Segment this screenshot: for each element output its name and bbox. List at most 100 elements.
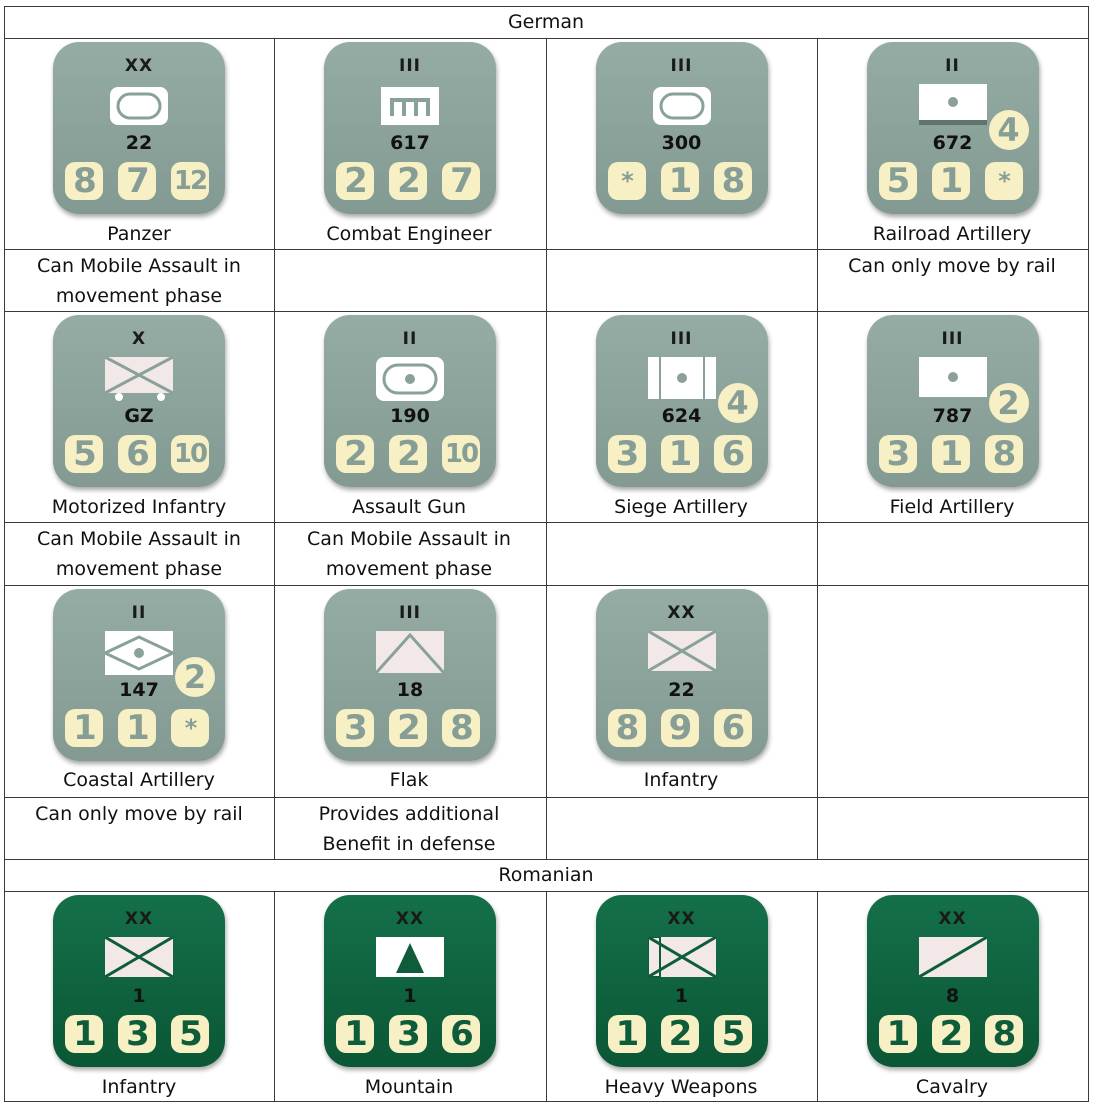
unit-counter: XX 8 1 2 8	[866, 895, 1039, 1067]
column-divider	[817, 38, 818, 859]
attack-factor: 2	[336, 162, 374, 200]
unit-type-label: Flak	[389, 769, 429, 791]
infantry-symbol-icon	[105, 937, 173, 979]
unit-size: III	[670, 329, 693, 349]
cavalry-symbol-icon	[918, 937, 987, 979]
movement-factor: 6	[442, 1015, 480, 1053]
unit-note: movement phase	[55, 558, 223, 580]
column-divider	[546, 891, 547, 1101]
movement-factor: 8	[984, 1015, 1023, 1053]
unit-id: 8	[945, 985, 960, 1007]
unit-id: 1	[674, 985, 689, 1007]
field-artillery-symbol-icon	[918, 357, 987, 397]
attack-factor: 1	[65, 1015, 103, 1053]
unit-size: X	[131, 329, 147, 349]
section-header-romanian: Romanian	[498, 864, 594, 886]
defense-factor: 2	[389, 435, 427, 473]
movement-factor: 8	[713, 162, 752, 200]
unit-type-label: Motorized Infantry	[51, 496, 227, 518]
range-badge: 4	[717, 383, 758, 423]
unit-size: XX	[395, 909, 425, 929]
unit-id: 1	[132, 985, 146, 1007]
unit-id: GZ	[124, 405, 154, 427]
unit-counter: XX 22 8 7 12	[53, 42, 225, 214]
movement-factor: 7	[442, 162, 480, 200]
unit-id: 617	[390, 132, 430, 154]
unit-counter: XX 1 1 3 5	[53, 895, 225, 1067]
unit-type-label: Infantry	[101, 1076, 177, 1098]
defense-factor: 2	[931, 1015, 970, 1053]
movement-factor: *	[171, 709, 209, 747]
unit-type-label: Mountain	[364, 1076, 454, 1098]
unit-id: 300	[661, 132, 702, 154]
range-badge: 2	[988, 383, 1029, 423]
unit-note: Benefit in defense	[322, 833, 496, 855]
attack-factor: 1	[336, 1015, 374, 1053]
unit-reference-table: German Romanian XX 22 8 7 12 Panzer Can Mobile…	[0, 0, 1094, 1108]
unit-id: 22	[668, 679, 695, 701]
attack-factor: 3	[336, 709, 374, 747]
unit-counter: II 672 5 1 * 4	[866, 42, 1039, 214]
panzer-symbol-icon	[652, 87, 711, 125]
unit-type-label: Field Artillery	[889, 496, 1015, 518]
unit-size: III	[941, 329, 964, 349]
railroad-artillery-symbol-icon	[918, 84, 987, 125]
unit-counter: X GZ 5 6 10	[53, 315, 225, 487]
unit-size: XX	[667, 909, 696, 929]
heavy-weapons-symbol-icon	[647, 937, 716, 979]
movement-factor: 8	[984, 435, 1023, 473]
defense-factor: 7	[118, 162, 156, 200]
unit-counter: III 300 * 1 8	[595, 42, 768, 214]
coastal-artillery-symbol-icon	[105, 631, 173, 675]
engineer-symbol-icon	[381, 87, 439, 125]
unit-note: Can only move by rail	[848, 255, 1056, 277]
unit-size: XX	[938, 909, 967, 929]
flak-symbol-icon	[376, 631, 444, 675]
unit-type-label: Panzer	[107, 223, 171, 245]
unit-counter: III 787 3 1 8 2	[866, 315, 1039, 487]
attack-factor: *	[607, 162, 646, 200]
defense-factor: 2	[389, 709, 427, 747]
column-divider	[817, 891, 818, 1101]
unit-size: III	[670, 56, 693, 76]
unit-type-label: Heavy Weapons	[604, 1076, 758, 1098]
unit-note: movement phase	[325, 558, 493, 580]
unit-size: XX	[124, 56, 154, 76]
unit-size: II	[402, 329, 418, 349]
defense-factor: 1	[660, 435, 699, 473]
unit-id: 190	[390, 405, 430, 427]
unit-note: Can Mobile Assault in	[307, 528, 511, 550]
unit-id: 18	[396, 679, 424, 701]
unit-note: Provides additional	[318, 803, 500, 825]
movement-factor: 8	[442, 709, 480, 747]
movement-factor: 10	[171, 435, 209, 473]
unit-size: III	[399, 56, 421, 76]
defense-factor: 6	[118, 435, 156, 473]
attack-factor: 5	[878, 162, 917, 200]
defense-factor: 1	[931, 435, 970, 473]
column-divider	[274, 38, 275, 859]
attack-factor: 8	[65, 162, 103, 200]
range-badge: 2	[175, 657, 215, 697]
movement-factor: 6	[713, 435, 752, 473]
unit-counter: II 147 1 1 * 2	[53, 589, 225, 761]
column-divider	[274, 891, 275, 1101]
defense-factor: 9	[660, 709, 699, 747]
movement-factor: 6	[713, 709, 752, 747]
assault-gun-symbol-icon	[376, 357, 444, 401]
attack-factor: 3	[607, 435, 646, 473]
table-border-right	[1088, 6, 1089, 1102]
defense-factor: 1	[118, 709, 156, 747]
unit-type-label: Coastal Artillery	[63, 769, 215, 791]
mountain-symbol-icon	[376, 937, 444, 977]
unit-size: XX	[124, 909, 154, 929]
defense-factor: 3	[118, 1015, 156, 1053]
unit-counter: III 18 3 2 8	[324, 589, 496, 761]
column-divider	[546, 38, 547, 859]
attack-factor: 5	[65, 435, 103, 473]
unit-size: XX	[667, 603, 696, 623]
attack-factor: 1	[65, 709, 103, 747]
attack-factor: 8	[607, 709, 646, 747]
unit-note: Can only move by rail	[35, 803, 243, 825]
unit-note: Can Mobile Assault in	[37, 528, 241, 550]
